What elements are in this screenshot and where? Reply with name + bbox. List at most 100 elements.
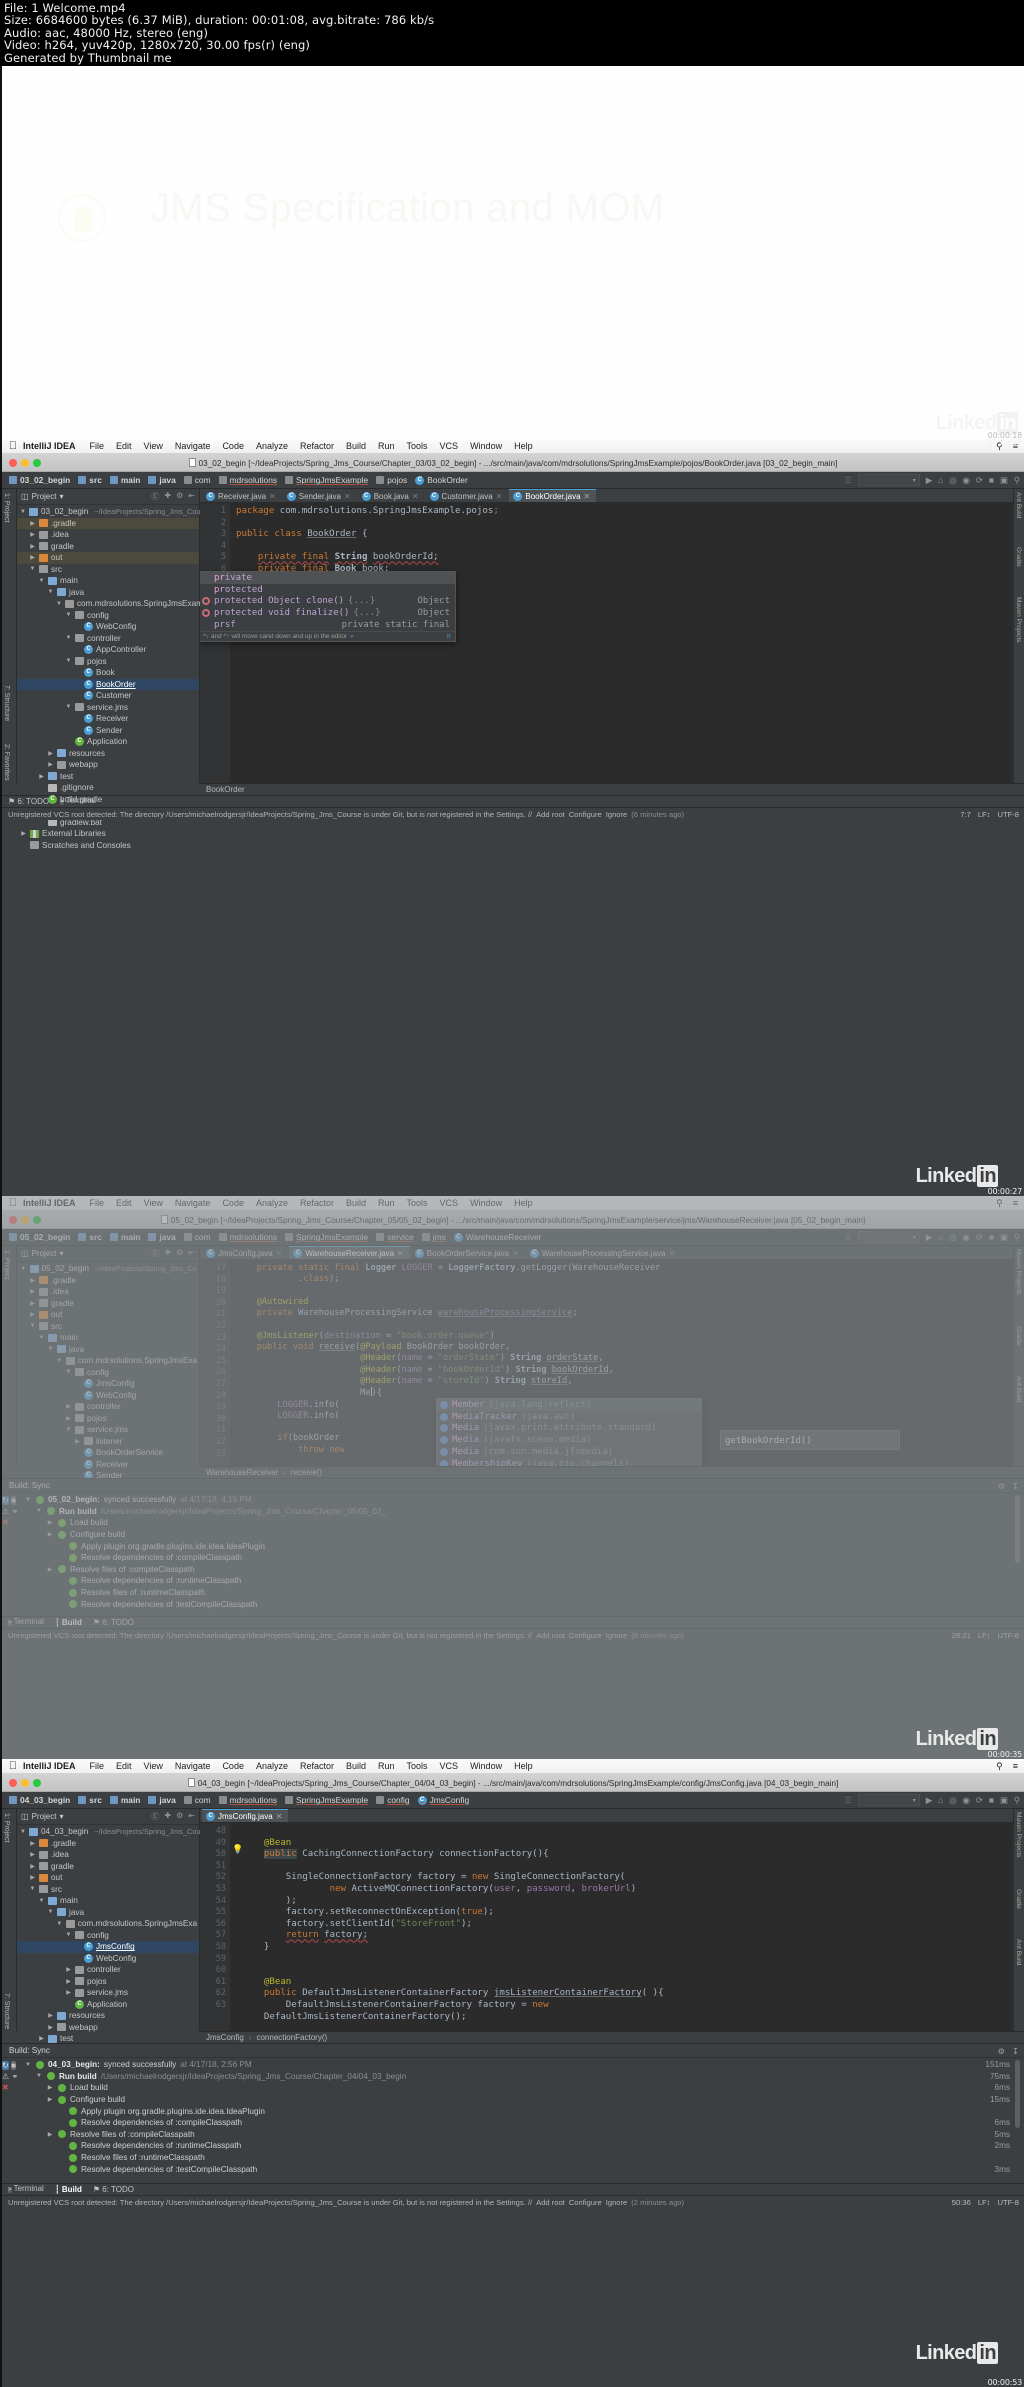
build-action-icons-3[interactable]: ↻ ■ ⚠ ⚭ ✖ [2,2058,20,2175]
left-tool-strip-2[interactable]: 1: Project [2,1246,17,1466]
menu-item-build[interactable]: Build [340,441,372,451]
tool-strip-gradle[interactable]: Gradle [1015,1326,1022,1346]
menu-item-tools[interactable]: Tools [401,441,434,451]
menu-item-window[interactable]: Window [464,1198,508,1208]
locate-icon[interactable]: ✚ [164,1811,171,1822]
project-tree-2[interactable]: ▼ 05_02_begin ~/IdeaProjects/Spring_Jms_Co… [17,1262,199,1505]
tree-node[interactable]: ▶ pojos [17,1976,199,1988]
tree-node[interactable]: ▶ listener [17,1436,199,1448]
build-row[interactable]: Resolve dependencies of :runtimeClasspat… [20,1575,1024,1587]
coverage-icon[interactable]: ◎ [949,1795,956,1805]
tree-node[interactable]: C JmsConfig [17,1378,199,1390]
spotlight-search-icon[interactable]: ⚲ [996,1761,1003,1772]
intention-bulb-icon[interactable]: 💡 [232,1844,243,1855]
build-row[interactable]: Apply plugin org.gradle.plugins.ide.idea… [20,1540,1024,1552]
editor-tab[interactable]: C JmsConfig.java ✕ [202,1246,289,1259]
menu-item-run[interactable]: Run [372,441,401,451]
breadcrumb-src[interactable]: src [75,1232,105,1242]
tree-node[interactable]: ▼ main [17,1895,199,1907]
completion-item[interactable]: prsf private static final [200,619,455,631]
hide-icon[interactable]: ⇤ [188,491,195,502]
navigation-bar-3[interactable]: 04_03_begin src main java com mdrsolutio… [2,1792,1024,1809]
menu-item-build[interactable]: Build [340,1198,372,1208]
todo-tab-2[interactable]: ⚑ 6: TODO [93,1618,134,1627]
breadcrumb-java[interactable]: java [145,1232,178,1242]
menu-item-run[interactable]: Run [372,1761,401,1771]
menu-item-navigate[interactable]: Navigate [169,1761,217,1771]
tool-strip-ant-build[interactable]: Ant Build [1015,1376,1022,1402]
build-row[interactable]: ▼ Run build/Users/michaelrodgersjr/IdeaPr… [20,2071,1024,2083]
tree-node[interactable]: ▶ gradle [17,1861,199,1873]
toolwindow-bar-3[interactable]: > Terminal ┆ Build ⚑ 6: TODO [2,2183,1024,2195]
add-root-link-3[interactable]: Add root [536,2198,565,2207]
breadcrumb-java[interactable]: java [145,475,178,485]
settings-icon[interactable]: ⚙ [998,2046,1005,2056]
breadcrumb-module[interactable]: 05_02_begin [6,1232,73,1242]
tree-node[interactable]: ▶ out [17,1309,199,1321]
apple-logo-icon[interactable]:  [7,1197,19,1209]
breadcrumb-main[interactable]: main [107,1232,144,1242]
coverage-icon[interactable]: ◎ [949,475,956,485]
completion-item[interactable]: MembershipKey (java.nio.channels) [437,1458,701,1466]
tree-node[interactable]: C BookOrderService [17,1447,199,1459]
menu-item-window[interactable]: Window [464,1761,508,1771]
stop-icon[interactable]: ■ [11,1496,16,1505]
editor-breadcrumb-1[interactable]: BookOrder [200,783,1024,795]
tree-node[interactable]: ▶ test [17,771,199,783]
tree-expand-arrow[interactable]: ▶ [29,1840,36,1847]
tree-node[interactable]: ▶ controller [17,1401,199,1413]
run-configuration-select[interactable]: ▾ [857,474,920,486]
pi-icon[interactable]: π [447,633,451,640]
menu-list-icon[interactable]: ≡ [1013,1761,1018,1771]
build-tree-2[interactable]: ▼ 05_02_begin: synced successfully at 4/17… [20,1493,1024,1610]
tree-node[interactable]: ▼ config [17,610,199,622]
tree-node[interactable]: ▶ External Libraries [17,828,199,840]
tree-node[interactable]: ▼ java [17,587,199,599]
build-expand-arrow[interactable]: ▶ [46,2131,54,2138]
tree-expand-arrow[interactable]: ▶ [47,2024,54,2031]
breadcrumb-com[interactable]: com [181,1232,214,1242]
build-row[interactable]: ▼ Run build/Users/michaelrodgersjr/IdeaPr… [20,1506,1024,1518]
debug-icon[interactable]: ⌂ [938,475,943,485]
run-icon[interactable]: ▶ [926,1795,932,1805]
line-separator-2[interactable]: LF↕ [978,1631,991,1640]
breadcrumb-jmsconfig[interactable]: C JmsConfig [415,1795,473,1805]
tree-expand-arrow[interactable]: ▶ [74,1438,81,1445]
configure-link-2[interactable]: Configure [569,1631,602,1640]
breadcrumb-module[interactable]: 04_03_begin [6,1795,73,1805]
breadcrumb-main[interactable]: main [107,475,144,485]
left-tool-strip-3[interactable]: 1: Project 7: Structure [2,1809,17,2031]
layout-icon[interactable]: ▣ [1000,475,1008,485]
debug-icon[interactable]: ⌂ [938,1232,943,1242]
build-row[interactable]: ▶ Configure build 15ms [20,2094,1024,2106]
tree-expand-arrow[interactable]: ▼ [65,1369,72,1375]
build-expand-arrow[interactable]: ▶ [46,1531,54,1538]
line-separator-3[interactable]: LF↕ [978,2198,991,2207]
breadcrumb-java[interactable]: java [145,1795,178,1805]
tool-strip-maven[interactable]: Maven Projects [1015,597,1022,642]
tree-expand-arrow[interactable]: ▶ [65,1415,72,1422]
project-view-dropdown[interactable]: ▾ [59,492,63,501]
build-row[interactable]: Apply plugin org.gradle.plugins.ide.idea… [20,2105,1024,2117]
hide-icon[interactable]: ⇤ [188,1811,195,1822]
build-row[interactable]: ▶ Load build 6ms [20,2082,1024,2094]
editor-tab[interactable]: C Receiver.java ✕ [202,489,282,502]
encoding-2[interactable]: UTF-8 [997,1631,1019,1640]
close-tab-icon[interactable]: ✕ [397,1249,404,1258]
editor-tabbar-1[interactable]: C Receiver.java ✕ C Sender.java ✕ C Book.java ✕ C… [200,489,1024,503]
vcs-update-icon[interactable]: ☰ [844,1232,852,1242]
breadcrumb-service[interactable]: service [373,1232,417,1242]
completion-item[interactable]: Media (javax.print.attribute.standard) [437,1423,701,1435]
settings-icon[interactable]: ⚙ [998,1481,1005,1491]
tree-expand-arrow[interactable]: ▼ [47,589,54,595]
close-tab-icon[interactable]: ✕ [344,492,351,501]
search-everywhere-icon[interactable]: ⚲ [1014,1795,1020,1805]
tree-node[interactable]: C Application [17,1999,199,2011]
tree-node[interactable]: ▼ src [17,564,199,576]
todo-tab-3[interactable]: ⚑ 6: TODO [93,2185,134,2194]
editor-breadcrumb-3[interactable]: JmsConfig › connectionFactory() [200,2031,1024,2043]
tree-expand-arrow[interactable]: ▶ [47,761,54,768]
status-bar-3[interactable]: Unregistered VCS root detected: The dire… [2,2195,1024,2208]
caret-position-2[interactable]: 28:21 [952,1631,971,1640]
tree-node[interactable]: ▶ .gradle [17,517,199,529]
